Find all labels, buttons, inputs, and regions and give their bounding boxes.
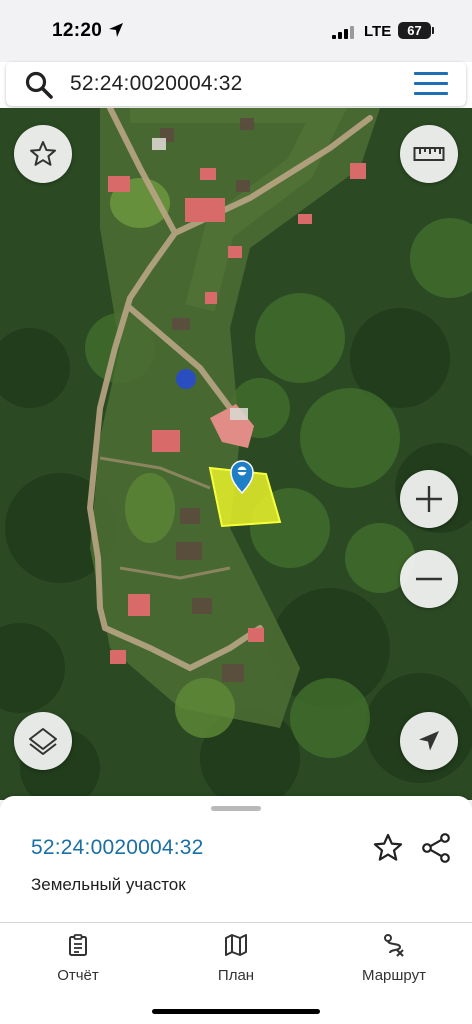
satellite-imagery	[0, 108, 472, 800]
share-icon[interactable]	[420, 832, 452, 864]
star-icon[interactable]	[372, 832, 404, 864]
network-type: LTE	[364, 23, 392, 40]
favorite-map-button[interactable]	[14, 125, 72, 183]
sheet-drag-handle[interactable]	[211, 806, 261, 811]
status-bar: 12:20 LTE 67	[0, 0, 472, 62]
route-icon	[384, 934, 404, 957]
zoom-out-button[interactable]	[400, 550, 458, 608]
battery-level: 67	[407, 23, 422, 38]
zoom-in-button[interactable]	[400, 470, 458, 528]
map-icon	[225, 934, 247, 956]
ruler-button[interactable]	[400, 125, 458, 183]
layers-button[interactable]	[14, 712, 72, 770]
satellite-map[interactable]	[0, 108, 472, 800]
battery-icon: 67	[398, 22, 431, 39]
tab-report-label: Отчёт	[57, 967, 99, 984]
tab-plan[interactable]: План	[176, 933, 296, 984]
star-icon	[30, 141, 56, 166]
object-type: Земельный участок	[31, 875, 186, 894]
tab-report[interactable]: Отчёт	[18, 933, 138, 984]
ruler-icon	[413, 147, 445, 161]
tab-plan-label: План	[217, 967, 255, 984]
navigation-arrow-icon	[419, 731, 439, 751]
battery-tip	[432, 27, 434, 34]
plus-icon	[416, 486, 442, 512]
menu-icon[interactable]	[414, 72, 448, 96]
minus-icon	[416, 577, 442, 581]
my-location-button[interactable]	[400, 712, 458, 770]
clipboard-icon	[69, 934, 87, 956]
tab-bar: Отчёт План Маршрут	[0, 923, 472, 1024]
search-input[interactable]: 52:24:0020004:32	[70, 72, 243, 96]
search-bar[interactable]: 52:24:0020004:32	[6, 62, 466, 106]
cellular-signal-icon	[332, 25, 354, 39]
location-services-icon	[109, 23, 123, 37]
layers-icon	[29, 728, 57, 755]
search-icon[interactable]	[24, 70, 54, 100]
tab-route-label: Маршрут	[362, 967, 426, 984]
cadastral-number: 52:24:0020004:32	[31, 836, 204, 859]
object-info-sheet[interactable]: 52:24:0020004:32 Земельный участок	[0, 796, 472, 922]
home-indicator[interactable]	[152, 1009, 320, 1014]
status-time: 12:20	[52, 20, 103, 41]
tab-route[interactable]: Маршрут	[334, 933, 454, 984]
